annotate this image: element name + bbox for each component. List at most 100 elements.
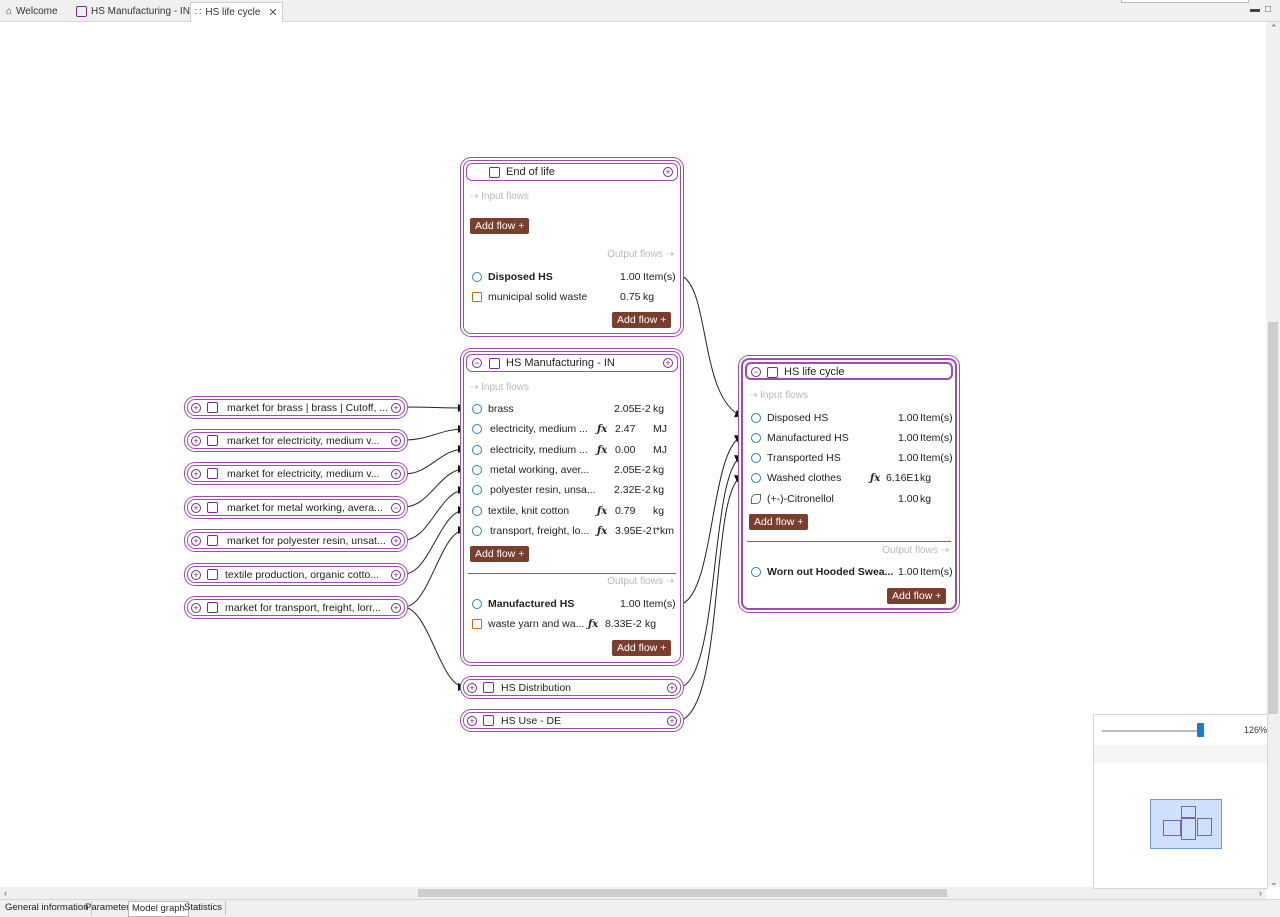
process-icon [207,502,218,513]
expand-icon[interactable]: + [391,603,401,613]
tab-welcome[interactable]: ⌂ Welcome [2,3,62,20]
expand-icon[interactable]: + [191,503,201,513]
horizontal-scrollbar-thumb[interactable] [418,889,947,897]
provider-node[interactable]: + market for metal working, avera... − [187,499,405,516]
flow-row[interactable]: municipal solid waste 0.75 kg [470,289,676,305]
provider-node[interactable]: + market for transport, freight, lorr...… [187,599,405,616]
maximize-icon[interactable]: □ [1265,4,1271,15]
add-input-flow-button[interactable]: Add flow + [470,546,530,562]
product-flow-icon [751,453,761,463]
process-icon [483,682,494,693]
provider-node[interactable]: + market for electricity, medium v... + [187,432,405,449]
input-flows-label: ⇢ Input flows [749,390,808,401]
section-divider [468,573,676,574]
tab-hs-manufacturing[interactable]: HS Manufacturing - IN [72,3,194,20]
formula-icon: ƒx [597,444,608,456]
elementary-flow-icon [751,494,761,504]
hs-manufacturing-node[interactable]: − HS Manufacturing - IN + ⇢ Input flows … [463,351,681,663]
expand-icon[interactable]: + [191,469,201,479]
hs-manufacturing-header[interactable]: − HS Manufacturing - IN + [466,354,678,372]
tab-model-graph[interactable]: Model graph [128,901,189,917]
hs-use-de-node[interactable]: + HS Use - DE + [463,712,681,729]
expand-icon[interactable]: + [391,403,401,413]
expand-icon[interactable]: + [191,436,201,446]
provider-node[interactable]: + market for brass | brass | Cutoff, ...… [187,399,405,416]
end-of-life-header[interactable]: End of life + [466,163,678,181]
product-flow-icon [472,445,482,455]
output-flows-label: Output flows ⇢ [607,576,674,587]
add-output-flow-button[interactable]: Add flow + [887,588,947,604]
expand-icon[interactable]: + [191,403,201,413]
provider-node[interactable]: + textile production, organic cotto... + [187,566,405,583]
expand-icon[interactable]: + [467,683,477,693]
flow-row[interactable]: Manufactured HS 1.00 Item(s) [470,596,676,612]
flow-row[interactable]: waste yarn and wa... ƒx 8.33E-2 kg [470,616,676,632]
flow-row[interactable]: electricity, medium ... ƒx 0.00 MJ [470,442,676,458]
hs-life-cycle-node[interactable]: − HS life cycle ⇢ Input flows Disposed H… [741,358,957,610]
flow-row[interactable]: Disposed HS 1.00 Item(s) [470,269,676,285]
collapse-icon[interactable]: − [391,503,401,513]
minimize-icon[interactable]: ▬ [1250,4,1260,15]
scroll-left-icon[interactable]: ‹ [4,888,7,898]
tab-statistics[interactable]: Statistics [181,901,227,915]
zoom-slider-track[interactable] [1102,730,1198,732]
product-flow-icon [751,433,761,443]
process-icon [207,535,218,546]
expand-icon[interactable]: + [663,167,673,177]
flow-row[interactable]: brass 2.05E-2 kg [470,401,676,417]
add-input-flow-button[interactable]: Add flow + [749,514,809,530]
zoom-slider-thumb[interactable] [1197,723,1204,737]
expand-icon[interactable]: + [391,536,401,546]
scroll-down-icon[interactable]: ⌄ [1270,877,1278,888]
flow-row[interactable]: textile, knit cotton ƒx 0.79 kg [470,503,676,519]
outline-panel[interactable]: 126% [1093,714,1268,889]
collapse-icon[interactable]: − [751,367,761,377]
flow-row[interactable]: transport, freight, lo... ƒx 3.95E-2 t*k… [470,523,676,539]
flow-row[interactable]: (+-)-Citronellol 1.00 kg [749,491,953,507]
vertical-scrollbar-thumb[interactable] [1268,322,1278,714]
expand-icon[interactable]: + [191,570,201,580]
formula-icon: ƒx [588,618,599,630]
flow-row[interactable]: electricity, medium ... ƒx 2.47 MJ [470,421,676,437]
flow-row[interactable]: Worn out Hooded Swea... 1.00 Item(s) [749,564,953,580]
formula-icon: ƒx [597,423,608,435]
flow-row[interactable]: metal working, aver... 2.05E-2 kg [470,462,676,478]
flow-row[interactable]: Transported HS 1.00 Item(s) [749,450,953,466]
expand-icon[interactable]: + [391,469,401,479]
expand-icon[interactable]: + [667,683,677,693]
flow-row[interactable]: Disposed HS 1.00 Item(s) [749,410,953,426]
collapse-icon[interactable]: − [472,358,482,368]
flow-row[interactable]: polyester resin, unsa... 2.32E-2 kg [470,482,676,498]
flow-row[interactable]: Washed clothes ƒx 6.16E1 kg [749,470,953,486]
hs-distribution-node[interactable]: + HS Distribution + [463,679,681,696]
process-icon [207,569,218,580]
close-icon[interactable]: ✕ [268,6,277,19]
product-flow-icon [472,404,482,414]
product-flow-icon [751,413,761,423]
scroll-up-icon[interactable]: ⌃ [1270,23,1278,34]
add-output-flow-button[interactable]: Add flow + [612,640,672,656]
model-graph-icon: ∷ [195,7,202,18]
expand-icon[interactable]: + [391,436,401,446]
scroll-right-icon[interactable]: › [1259,888,1262,898]
expand-icon[interactable]: + [391,570,401,580]
expand-icon[interactable]: + [191,536,201,546]
expand-icon[interactable]: + [191,603,201,613]
expand-icon[interactable]: + [663,358,673,368]
tab-general-information[interactable]: General information [2,901,93,915]
expand-icon[interactable]: + [667,716,677,726]
search-input[interactable] [1121,0,1249,3]
flow-row[interactable]: Manufactured HS 1.00 Item(s) [749,430,953,446]
product-flow-icon [751,567,761,577]
hs-life-cycle-header[interactable]: − HS life cycle [745,362,953,380]
expand-icon[interactable]: + [467,716,477,726]
provider-node[interactable]: + market for polyester resin, unsat... + [187,532,405,549]
add-output-flow-button[interactable]: Add flow + [612,312,672,328]
end-of-life-node[interactable]: End of life + ⇢ Input flows Add flow + O… [463,160,681,334]
outline-viewport[interactable] [1150,799,1222,849]
add-input-flow-button[interactable]: Add flow + [470,218,530,234]
product-flow-icon [472,506,482,516]
outline-life-cycle [1197,818,1212,836]
tab-hs-life-cycle[interactable]: ∷ HS life cycle ✕ [190,2,283,22]
provider-node[interactable]: + market for electricity, medium v... + [187,465,405,482]
